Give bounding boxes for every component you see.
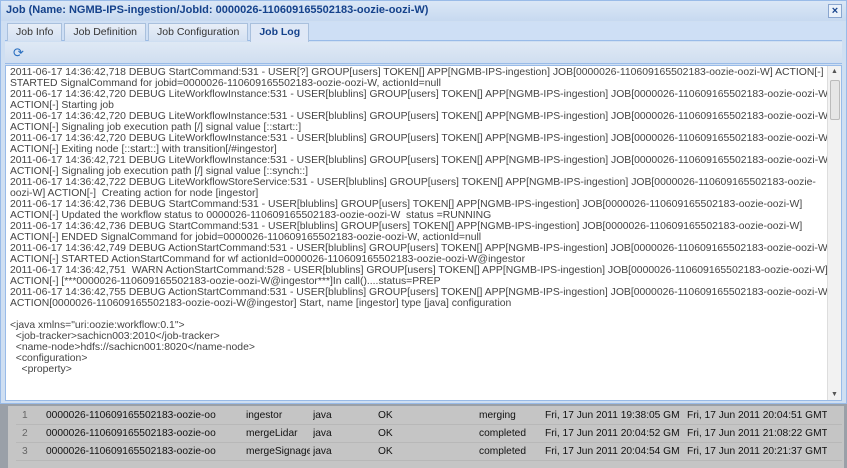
scroll-thumb[interactable]	[830, 80, 840, 120]
cell-end: Fri, 17 Jun 2011 20:04:51 GMT	[687, 410, 827, 421]
log-line: ACTION[-] Starting job	[10, 100, 114, 111]
table-row[interactable]: 3 0000026-110609165502183-oozie-oozi-W@me…	[16, 443, 842, 461]
log-line: 2011-06-17 14:36:42,720 DEBUG LiteWorkfl…	[10, 89, 831, 100]
log-line: <java xmlns="uri:oozie:workflow:0.1">	[10, 320, 185, 331]
log-line: ACTION[-] Signaling job execution path […	[10, 122, 302, 133]
cell-name: ingestor	[246, 410, 283, 421]
refresh-icon[interactable]: ⟳	[13, 46, 27, 60]
close-icon[interactable]: ×	[828, 4, 842, 18]
cell-status: OK	[378, 446, 393, 457]
cell-ext-status: merging	[479, 410, 516, 421]
log-line: 2011-06-17 14:36:42,755 DEBUG ActionStar…	[10, 287, 831, 298]
log-line: ACTION[0000026-110609165502183-oozie-ooz…	[10, 298, 512, 309]
log-line: 2011-06-17 14:36:42,718 DEBUG StartComma…	[10, 67, 824, 78]
log-line: 2011-06-17 14:36:42,736 DEBUG StartComma…	[10, 199, 803, 210]
log-line: ACTION[-] Exiting node [::start::] with …	[10, 144, 277, 155]
tab-job-info[interactable]: Job Info	[7, 23, 63, 41]
job-log-textarea[interactable]: 2011-06-17 14:36:42,718 DEBUG StartComma…	[5, 65, 842, 401]
tab-job-log[interactable]: Job Log	[250, 23, 310, 42]
log-line: ACTION[-] [***0000026-110609165502183-oo…	[10, 276, 441, 287]
cell-start: Fri, 17 Jun 2011 20:04:52 GMT	[545, 428, 680, 439]
cell-num: 2	[22, 428, 28, 439]
log-line: <name-node>hdfs://sachicn001:8020</name-…	[10, 342, 255, 353]
cell-name: mergeLidar	[246, 428, 298, 439]
cell-type: java	[313, 446, 332, 457]
log-line: <property>	[10, 364, 72, 375]
actions-grid: 1 0000026-110609165502183-oozie-oozi-W@in…	[8, 406, 844, 468]
cell-num: 3	[22, 446, 28, 457]
cell-status: OK	[378, 410, 393, 421]
log-line: ACTION[-] STARTED ActionStartCommand for…	[10, 254, 526, 265]
cell-end: Fri, 17 Jun 2011 21:08:22 GMT	[687, 428, 827, 439]
log-line: 2011-06-17 14:36:42,720 DEBUG LiteWorkfl…	[10, 133, 831, 144]
log-line: ACTION[-] ENDED SignalCommand for jobid=…	[10, 232, 482, 243]
cell-num: 1	[22, 410, 28, 421]
log-line: 2011-06-17 14:36:42,751 WARN ActionStart…	[10, 265, 828, 276]
cell-end: Fri, 17 Jun 2011 20:21:37 GMT	[687, 446, 827, 457]
log-line: 2011-06-17 14:36:42,721 DEBUG LiteWorkfl…	[10, 155, 831, 166]
cell-start: Fri, 17 Jun 2011 20:04:54 GMT	[545, 446, 680, 457]
cell-ext-status: completed	[479, 428, 527, 439]
cell-type: java	[313, 428, 332, 439]
log-line: 2011-06-17 14:36:42,736 DEBUG StartComma…	[10, 221, 803, 232]
cell-id: 0000026-110609165502183-oozie-oozi-W@ing…	[46, 410, 216, 421]
cell-name: mergeSignage	[246, 446, 310, 457]
log-line: <job-tracker>sachicn003:2010</job-tracke…	[10, 331, 220, 342]
log-text: 2011-06-17 14:36:42,718 DEBUG StartComma…	[10, 67, 831, 375]
log-line: ACTION[-] Signaling job execution path […	[10, 166, 309, 177]
log-line: ACTION[-] Updated the workflow status to…	[10, 210, 492, 221]
log-scrollbar[interactable]: ▲ ▼	[827, 66, 841, 400]
dialog-title: Job (Name: NGMB-IPS-ingestion/JobId: 000…	[1, 1, 846, 21]
tab-bar: Job Info Job Definition Job Configuratio…	[5, 22, 842, 42]
cell-type: java	[313, 410, 332, 421]
log-line: oozi-W] ACTION[-] Creating action for no…	[10, 188, 259, 199]
log-line: 2011-06-17 14:36:42,720 DEBUG LiteWorkfl…	[10, 111, 831, 122]
log-line: <configuration>	[10, 353, 88, 364]
tab-job-definition[interactable]: Job Definition	[64, 23, 146, 41]
log-line: 2011-06-17 14:36:42,722 DEBUG LiteWorkfl…	[10, 177, 816, 188]
tab-job-configuration[interactable]: Job Configuration	[148, 23, 249, 41]
cell-start: Fri, 17 Jun 2011 19:38:05 GMT	[545, 410, 680, 421]
cell-status: OK	[378, 428, 393, 439]
cell-ext-status: completed	[479, 446, 527, 457]
log-line: 2011-06-17 14:36:42,749 DEBUG ActionStar…	[10, 243, 831, 254]
toolbar: ⟳	[5, 42, 842, 64]
table-row[interactable]: 1 0000026-110609165502183-oozie-oozi-W@in…	[16, 407, 842, 425]
log-line: STARTED SignalCommand for jobid=0000026-…	[10, 78, 441, 89]
scroll-down-icon[interactable]: ▼	[831, 391, 838, 398]
cell-id: 0000026-110609165502183-oozie-oozi-W@mer…	[46, 428, 216, 439]
table-row[interactable]: 2 0000026-110609165502183-oozie-oozi-W@me…	[16, 425, 842, 443]
cell-id: 0000026-110609165502183-oozie-oozi-W@mer…	[46, 446, 216, 457]
scroll-up-icon[interactable]: ▲	[831, 68, 838, 75]
job-dialog: Job (Name: NGMB-IPS-ingestion/JobId: 000…	[0, 0, 847, 404]
